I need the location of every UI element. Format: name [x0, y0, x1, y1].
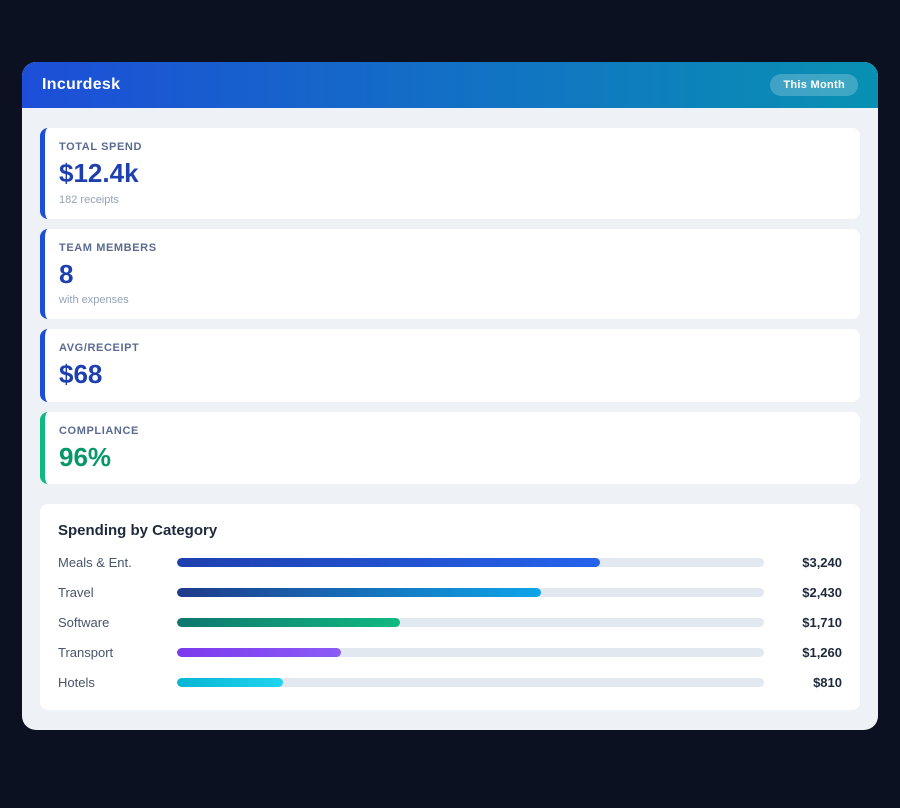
chart-row-software: Software $1,710	[58, 615, 842, 630]
category-label: Hotels	[58, 675, 163, 690]
category-label: Software	[58, 615, 163, 630]
bar-fill-meals	[177, 558, 600, 567]
bar-track	[177, 678, 764, 687]
bar-track	[177, 618, 764, 627]
category-label: Transport	[58, 645, 163, 660]
spending-by-category-card: Spending by Category Meals & Ent. $3,240…	[40, 504, 860, 710]
app-title: Incurdesk	[42, 76, 120, 94]
chart-row-meals: Meals & Ent. $3,240	[58, 555, 842, 570]
category-label: Travel	[58, 585, 163, 600]
category-label: Meals & Ent.	[58, 555, 163, 570]
bar-track	[177, 558, 764, 567]
chart-row-transport: Transport $1,260	[58, 645, 842, 660]
stat-subtext: with expenses	[59, 294, 842, 306]
category-value: $810	[778, 675, 842, 690]
bar-fill-software	[177, 618, 400, 627]
chart-title: Spending by Category	[58, 522, 842, 539]
stat-value: $12.4k	[59, 159, 842, 188]
app-card: Incurdesk This Month TOTAL SPEND $12.4k …	[22, 62, 878, 730]
stat-label: COMPLIANCE	[59, 425, 842, 437]
stat-subtext: 182 receipts	[59, 194, 842, 206]
category-value: $1,710	[778, 615, 842, 630]
period-badge[interactable]: This Month	[770, 74, 858, 96]
stat-value: $68	[59, 360, 842, 389]
stat-value: 8	[59, 260, 842, 289]
stat-label: TOTAL SPEND	[59, 141, 842, 153]
chart-row-hotels: Hotels $810	[58, 675, 842, 690]
stat-card-team-members: TEAM MEMBERS 8 with expenses	[40, 229, 860, 320]
category-value: $3,240	[778, 555, 842, 570]
category-value: $1,260	[778, 645, 842, 660]
stat-card-avg-receipt: AVG/RECEIPT $68	[40, 329, 860, 402]
bar-fill-travel	[177, 588, 541, 597]
stat-value: 96%	[59, 443, 842, 472]
app-header: Incurdesk This Month	[22, 62, 878, 108]
bar-fill-transport	[177, 648, 341, 657]
bar-track	[177, 588, 764, 597]
bar-track	[177, 648, 764, 657]
stat-label: AVG/RECEIPT	[59, 342, 842, 354]
chart-row-travel: Travel $2,430	[58, 585, 842, 600]
stat-label: TEAM MEMBERS	[59, 242, 842, 254]
stat-card-compliance: COMPLIANCE 96%	[40, 412, 860, 485]
bar-fill-hotels	[177, 678, 283, 687]
stats-area: TOTAL SPEND $12.4k 182 receipts TEAM MEM…	[22, 108, 878, 484]
category-value: $2,430	[778, 585, 842, 600]
stat-card-total-spend: TOTAL SPEND $12.4k 182 receipts	[40, 128, 860, 219]
